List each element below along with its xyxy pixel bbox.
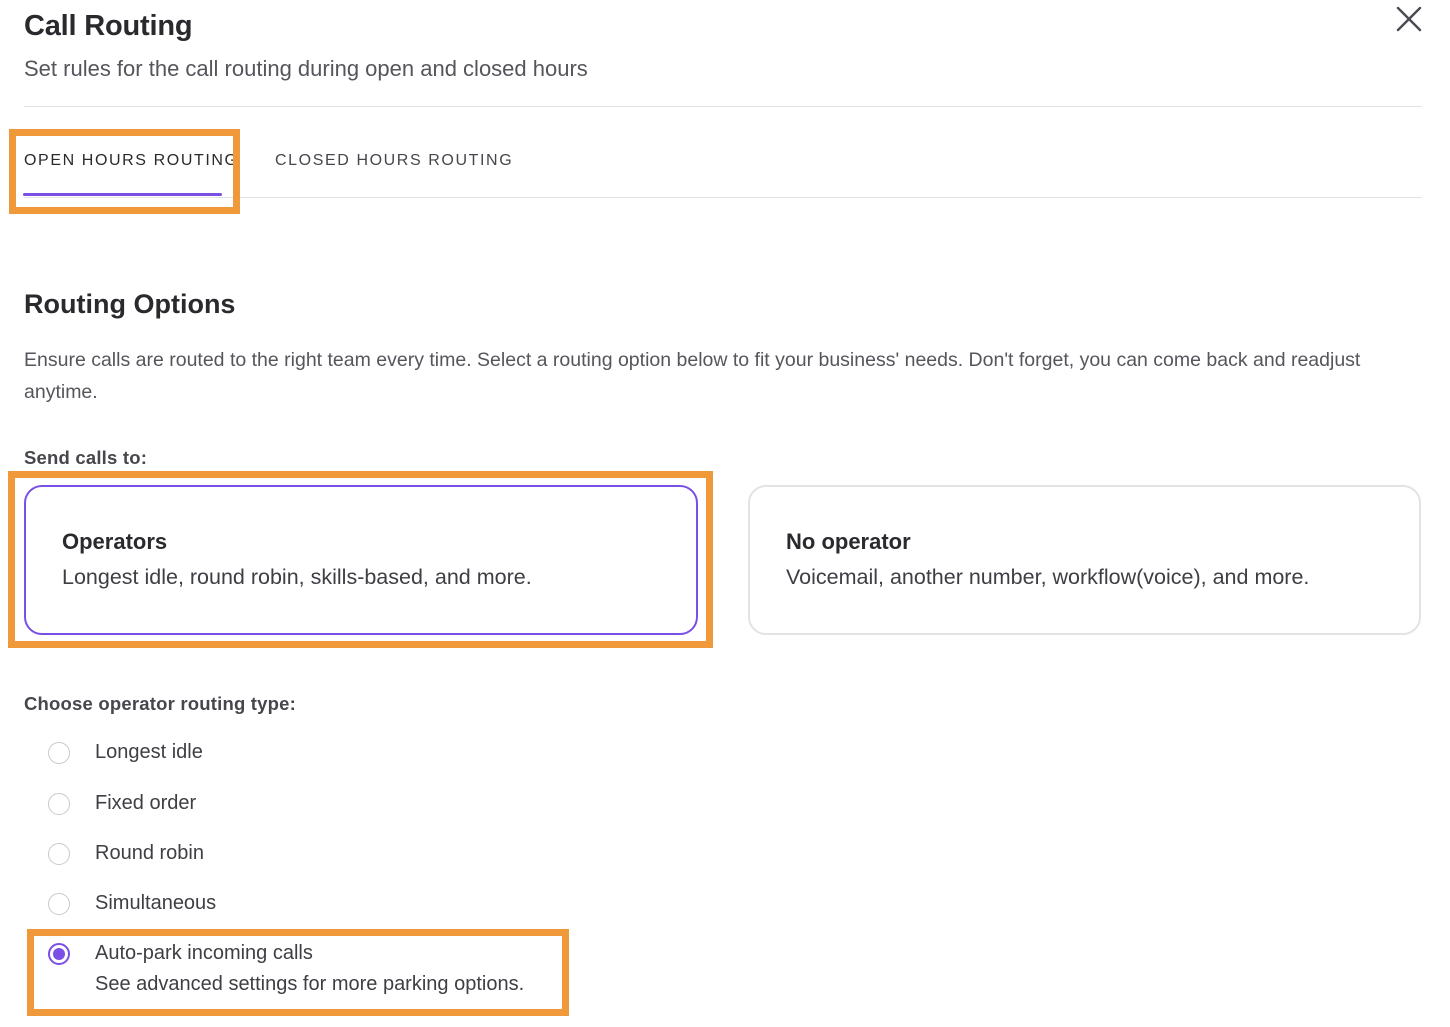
radio-label: Longest idle [95,741,203,763]
radio-label: Auto-park incoming calls [95,942,313,964]
send-calls-label: Send calls to: [24,447,148,468]
close-icon [1396,6,1422,32]
option-card-description: Voicemail, another number, workflow(voic… [786,565,1310,589]
radio-label: Simultaneous [95,892,217,914]
routing-options-description: Ensure calls are routed to the right tea… [24,349,1361,403]
radio-option-longest-idle[interactable]: Longest idle [48,741,203,764]
option-card-title: Operators [62,529,168,554]
radio-label: Fixed order [95,792,197,814]
radio-option-round-robin[interactable]: Round robin [48,842,204,865]
header-divider [24,106,1422,107]
routing-options-title: Routing Options [24,289,236,319]
page-subtitle: Set rules for the call routing during op… [24,56,588,81]
radio-button[interactable] [48,792,70,815]
option-card-description: Longest idle, round robin, skills-based,… [62,565,532,589]
page-title: Call Routing [24,10,193,42]
radio-button[interactable] [48,741,70,764]
radio-button[interactable] [48,842,70,865]
tabs-divider [24,197,1422,198]
highlight-box-open-hours-tab [9,129,240,214]
option-card-operators[interactable]: Operators Longest idle, round robin, ski… [24,485,698,635]
option-card-title: No operator [786,529,911,554]
radio-label: Round robin [95,842,204,864]
radio-option-fixed-order[interactable]: Fixed order [48,792,196,815]
radio-button[interactable] [48,892,70,915]
tab-open-hours-routing[interactable]: OPEN HOURS ROUTING [24,152,239,170]
active-tab-indicator [23,193,222,196]
radio-button-selected[interactable] [48,942,70,965]
tab-closed-hours-routing[interactable]: CLOSED HOURS ROUTING [275,152,513,170]
close-button[interactable] [1390,2,1426,38]
radio-option-simultaneous[interactable]: Simultaneous [48,892,216,915]
radio-sublabel: See advanced settings for more parking o… [95,973,525,995]
routing-type-label: Choose operator routing type: [24,693,296,714]
option-card-no-operator[interactable]: No operator Voicemail, another number, w… [748,485,1421,635]
radio-option-auto-park[interactable]: Auto-park incoming calls [48,942,313,965]
